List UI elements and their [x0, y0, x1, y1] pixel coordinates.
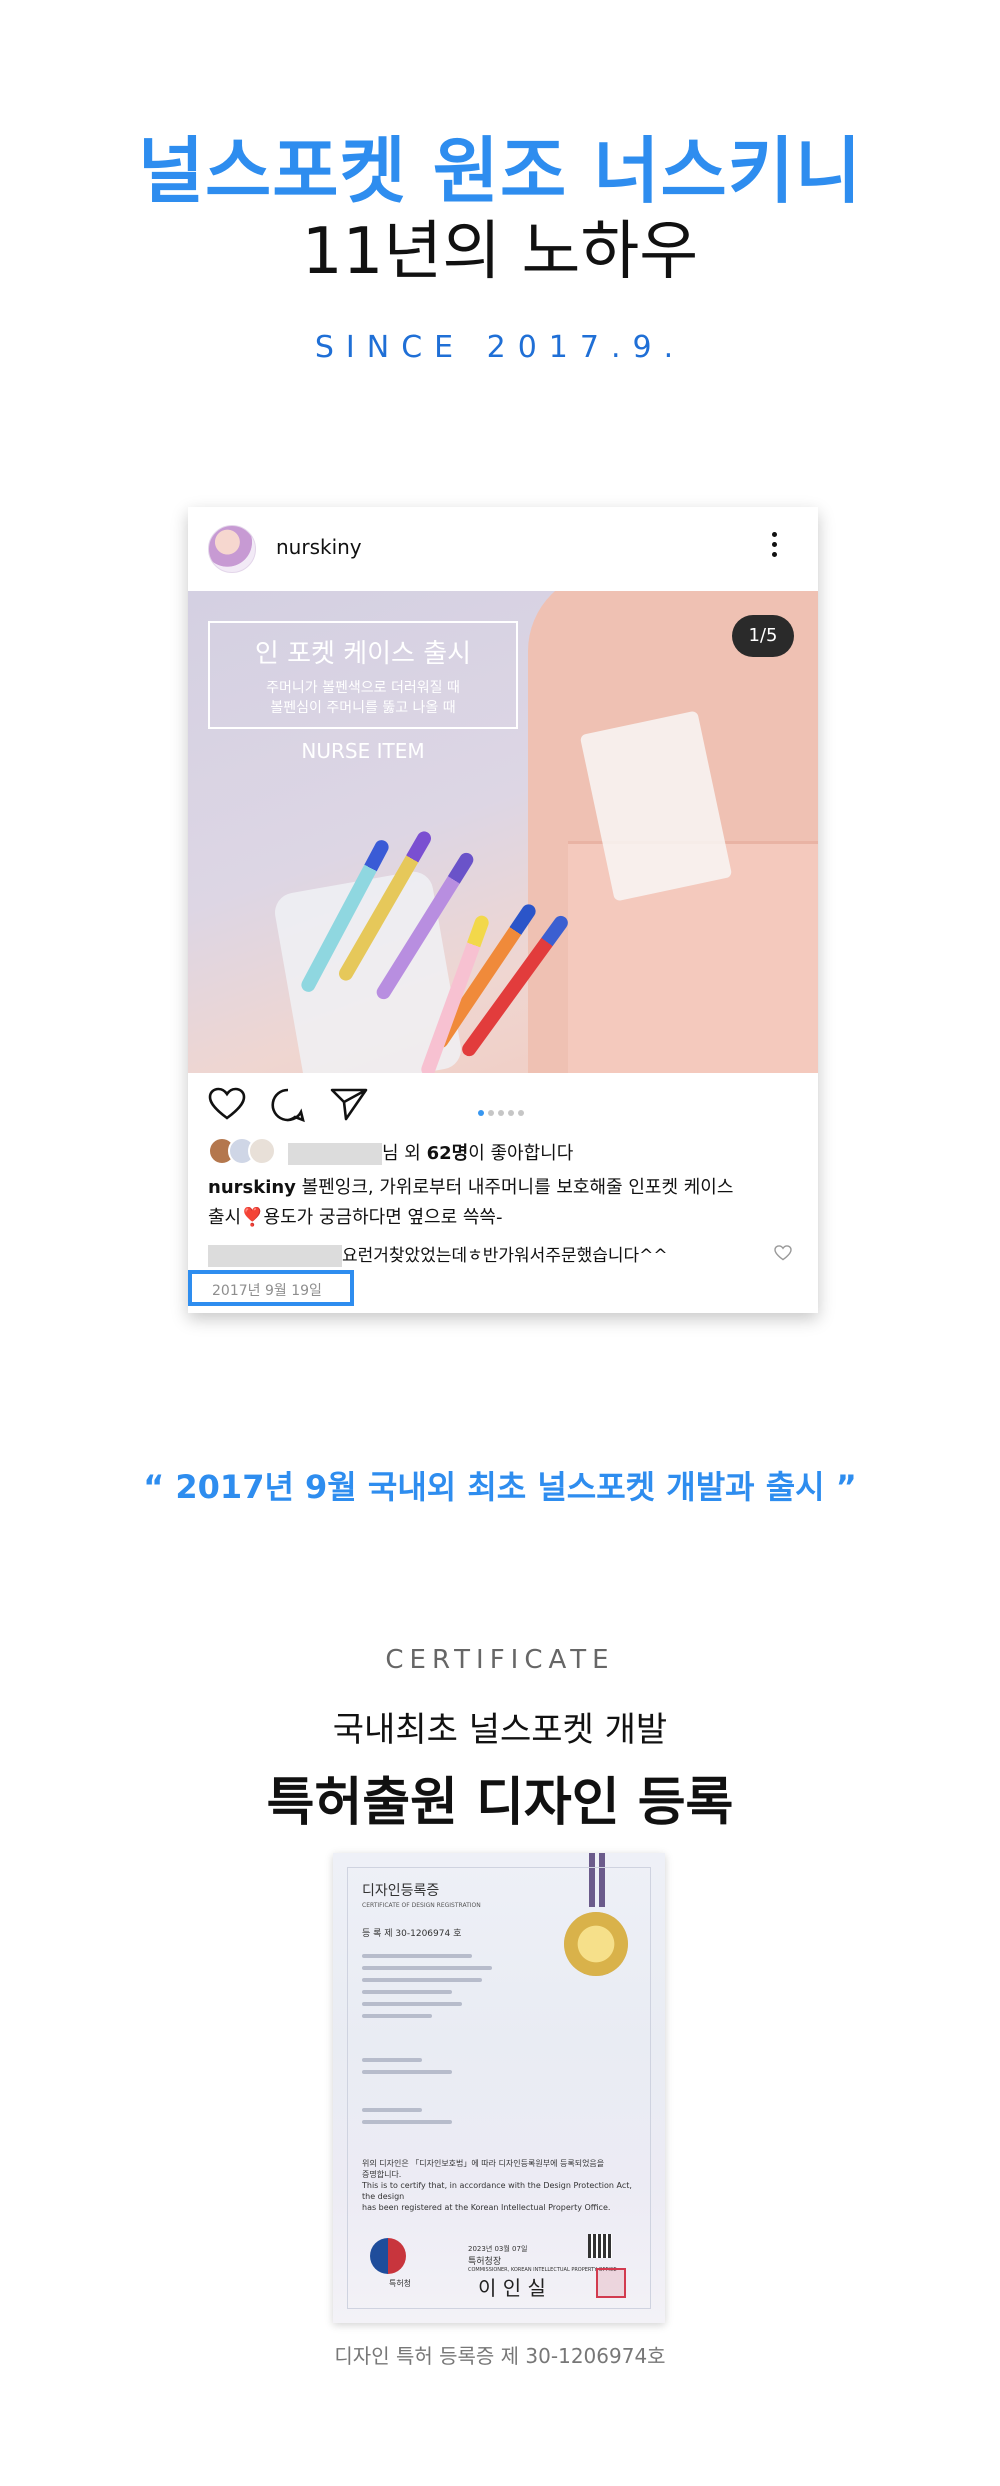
post-caption: nurskiny 볼펜잉크, 가위로부터 내주머니를 보호해줄 인포켓 케이스 … [208, 1177, 734, 1228]
gold-seal [564, 1912, 628, 1976]
comment: 요런거찾았었는데ㅎ반가워서주문했습니다^^ [208, 1241, 808, 1267]
instagram-post: nurskiny 인 포켓 케이스 출시 주머니가 볼펜색으로 더러워질 때 볼… [188, 507, 818, 1313]
certificate-title: 특허출원 디자인 등록 [266, 1773, 734, 1833]
promo-tag: NURSE ITEM [301, 739, 425, 763]
promo-title: 인 포켓 케이스 출시 [254, 639, 472, 669]
certificate-subtitle: 국내최초 널스포켓 개발 [332, 1710, 668, 1750]
certificate-label: CERTIFICATE [385, 1645, 615, 1675]
doc-body: 위의 디자인은 「디자인보호법」에 따라 디자인등록원부에 등록되었음을 증명합… [362, 2159, 632, 2212]
kipo-emblem-icon [370, 2238, 406, 2274]
caption-username[interactable]: nurskiny [208, 1177, 296, 1198]
share-icon[interactable] [330, 1087, 368, 1121]
certificate-frame: 디자인등록증 CERTIFICATE OF DESIGN REGISTRATIO… [347, 1867, 651, 2309]
hero-subtitle: 11년의 노하우 [301, 215, 699, 289]
avatar[interactable] [208, 525, 256, 573]
qr-code-icon [588, 2234, 612, 2258]
comment-like-icon[interactable] [774, 1245, 792, 1261]
heart-icon[interactable] [208, 1087, 246, 1121]
certificate-caption: 디자인 특허 등록증 제 30-1206974호 [334, 2344, 666, 2368]
official-stamp [596, 2268, 626, 2298]
comment-icon[interactable] [270, 1087, 306, 1123]
post-image[interactable]: 인 포켓 케이스 출시 주머니가 볼펜색으로 더러워질 때 볼펜심이 주머니를 … [188, 591, 818, 1073]
doc-heading-en: CERTIFICATE OF DESIGN REGISTRATION [362, 1902, 481, 1909]
post-header: nurskiny [188, 507, 818, 591]
promo-line: 주머니가 볼펜색으로 더러워질 때 [266, 680, 460, 696]
username[interactable]: nurskiny [276, 535, 362, 559]
since-label: SINCE 2017.9. [314, 330, 686, 365]
promo-box: 인 포켓 케이스 출시 주머니가 볼펜색으로 더러워질 때 볼펜심이 주머니를 … [208, 621, 518, 729]
slide-counter: 1/5 [732, 615, 794, 657]
post-date: 2017년 9월 19일 [212, 1283, 322, 1299]
action-bar [188, 1073, 818, 1133]
certificate-image: 디자인등록증 CERTIFICATE OF DESIGN REGISTRATIO… [333, 1853, 665, 2323]
quote-text: “ 2017년 9월 국내외 최초 널스포켓 개발과 출시 ” [143, 1468, 857, 1506]
heart-emoji: ❣️ [241, 1207, 264, 1228]
doc-office: 특허청 [388, 2279, 412, 2288]
more-icon[interactable] [762, 527, 786, 571]
likes-text[interactable]: 님 외 62명이 좋아합니다 [288, 1139, 573, 1165]
promo-line: 볼펜심이 주머니를 뚫고 나올 때 [270, 700, 456, 716]
carousel-dots [476, 1101, 526, 1120]
doc-signature: 이 인 실 [478, 2276, 546, 2300]
doc-reg-number: 등 록 제 30-1206974 호 [362, 1929, 462, 1939]
date-highlight: 2017년 9월 19일 [188, 1270, 354, 1306]
liker-avatars [208, 1137, 282, 1165]
doc-heading: 디자인등록증 [362, 1883, 440, 1899]
